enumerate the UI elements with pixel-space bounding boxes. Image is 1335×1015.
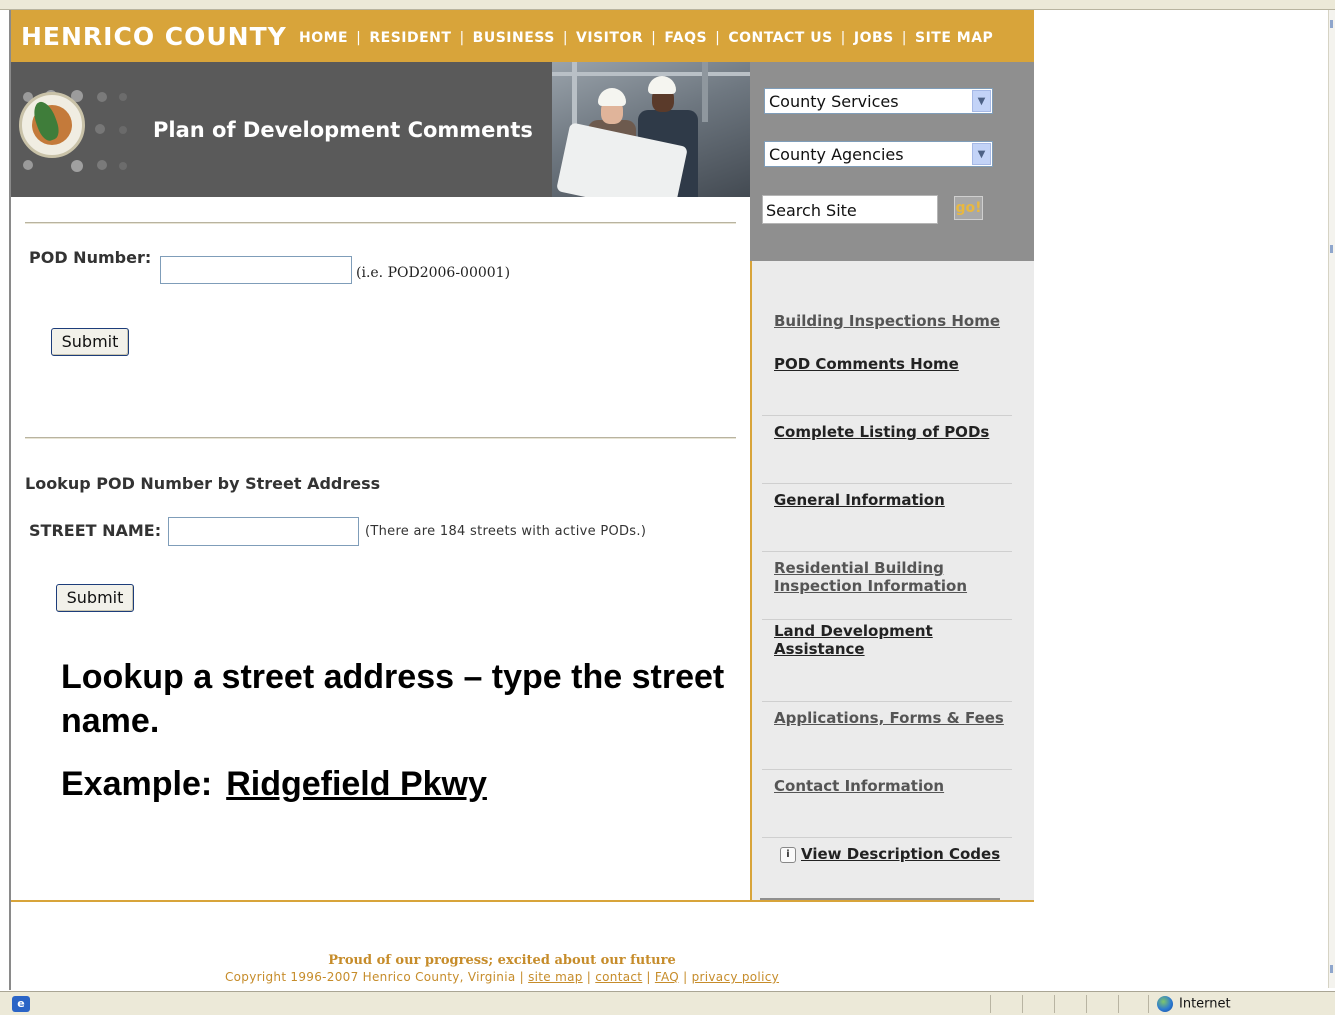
section-divider	[25, 437, 736, 439]
nav-divider	[762, 701, 1012, 702]
nav-divider	[762, 551, 1012, 552]
nav-site-map[interactable]: SITE MAP	[915, 30, 993, 46]
browser-top-strip	[0, 0, 1335, 10]
zone-label: Internet	[1179, 996, 1231, 1012]
pod-number-hint: (i.e. POD2006-00001)	[356, 265, 511, 281]
nav-faqs[interactable]: FAQS	[664, 30, 707, 46]
footer-link-faq[interactable]: FAQ	[655, 970, 679, 984]
decorative-dot	[97, 92, 107, 102]
nav-divider	[762, 415, 1012, 416]
footer-divider-grey	[760, 898, 1000, 900]
site-header: HENRICO COUNTY HOME | RESIDENT | BUSINES…	[11, 10, 1034, 62]
site-logo-text[interactable]: HENRICO COUNTY	[21, 22, 287, 51]
nav-divider	[762, 837, 1012, 838]
sidebar-item-residential-building[interactable]: Residential Building Inspection Informat…	[774, 559, 974, 595]
instruction-callout: Lookup a street address – type the stree…	[61, 658, 725, 740]
status-divider	[1086, 995, 1087, 1013]
nav-visitor[interactable]: VISITOR	[576, 30, 643, 46]
sidebar-nav: Building Inspections Home POD Comments H…	[750, 261, 1034, 900]
nav-jobs[interactable]: JOBS	[854, 30, 894, 46]
decorative-dot	[119, 126, 127, 134]
pod-number-label: POD Number:	[29, 248, 152, 267]
chevron-down-icon[interactable]: ▼	[972, 143, 991, 165]
decorative-dot	[71, 160, 83, 172]
nav-divider	[762, 483, 1012, 484]
footer-link-site-map[interactable]: site map	[528, 970, 583, 984]
security-zone: Internet	[1157, 996, 1231, 1012]
nav-business[interactable]: BUSINESS	[473, 30, 555, 46]
nav-home[interactable]: HOME	[299, 30, 348, 46]
search-go-button[interactable]: go!	[954, 196, 983, 220]
county-agencies-select[interactable]: County Agencies ▼	[764, 141, 993, 167]
view-description-codes-label: View Description Codes	[801, 845, 1001, 863]
sidebar-item-land-development[interactable]: Land Development Assistance	[774, 622, 954, 658]
sidebar-item-view-description-codes[interactable]: i View Description Codes	[780, 845, 1020, 863]
street-submit-button[interactable]: Submit	[56, 584, 134, 612]
scrollbar-mark	[1330, 965, 1333, 973]
footer-link-privacy-policy[interactable]: privacy policy	[692, 970, 779, 984]
footer-tagline: Proud of our progress; excited about our…	[328, 953, 676, 968]
top-navigation: HOME | RESIDENT | BUSINESS | VISITOR | F…	[299, 30, 993, 46]
browser-status-bar: e Internet	[0, 991, 1335, 1015]
scrollbar-mark	[1330, 245, 1333, 253]
section-divider	[25, 222, 736, 224]
globe-icon	[1157, 996, 1173, 1012]
nav-separator: |	[459, 30, 465, 46]
nav-separator: |	[356, 30, 362, 46]
nav-separator: |	[562, 30, 569, 46]
nav-separator: |	[715, 30, 721, 46]
footer-link-contact[interactable]: contact	[595, 970, 642, 984]
sidebar-item-building-inspections-home[interactable]: Building Inspections Home	[774, 312, 1014, 330]
page-icon: e	[12, 996, 30, 1012]
copyright-text: Copyright 1996-2007 Henrico County, Virg…	[224, 970, 516, 984]
example-street: Ridgefield Pkwy	[226, 765, 487, 803]
sidebar-item-contact-information[interactable]: Contact Information	[774, 777, 1014, 795]
nav-resident[interactable]: RESIDENT	[369, 30, 451, 46]
nav-separator: |	[840, 30, 846, 46]
pod-number-input[interactable]	[160, 256, 352, 284]
construction-workers-photo	[552, 62, 750, 197]
page-banner: Plan of Development Comments	[11, 62, 750, 197]
site-search-input[interactable]: Search Site	[762, 195, 938, 224]
chevron-down-icon[interactable]: ▼	[972, 90, 991, 112]
sidebar-item-general-information[interactable]: General Information	[774, 491, 1014, 509]
vertical-scrollbar[interactable]	[1328, 10, 1335, 988]
street-name-label: STREET NAME:	[29, 521, 162, 540]
info-icon: i	[780, 846, 796, 863]
status-divider	[990, 995, 991, 1013]
street-name-input[interactable]	[168, 517, 359, 546]
nav-divider	[762, 769, 1012, 770]
sidebar-tools: County Services ▼ County Agencies ▼ Sear…	[750, 62, 1034, 261]
decorative-dot	[95, 124, 105, 134]
status-divider	[1148, 995, 1149, 1013]
street-count-hint: (There are 184 streets with active PODs.…	[365, 524, 647, 539]
county-services-select[interactable]: County Services ▼	[764, 88, 993, 114]
nav-divider	[762, 619, 1012, 620]
status-divider	[1054, 995, 1055, 1013]
decorative-dot	[119, 93, 127, 101]
county-agencies-value: County Agencies	[769, 145, 904, 164]
sidebar-item-complete-listing[interactable]: Complete Listing of PODs	[774, 423, 1014, 441]
nav-separator: |	[901, 30, 907, 46]
footer-copyright: Copyright 1996-2007 Henrico County, Virg…	[224, 970, 780, 984]
footer-divider	[11, 900, 1034, 902]
scrollbar-mark	[1330, 20, 1333, 28]
street-lookup-heading: Lookup POD Number by Street Address	[25, 474, 381, 493]
county-services-value: County Services	[769, 92, 899, 111]
status-divider	[1022, 995, 1023, 1013]
county-seal-icon	[19, 92, 85, 158]
decorative-dot	[97, 160, 107, 170]
example-label: Example:	[61, 765, 213, 803]
sidebar-item-pod-comments-home[interactable]: POD Comments Home	[774, 355, 1014, 373]
nav-contact-us[interactable]: CONTACT US	[728, 30, 832, 46]
nav-separator: |	[651, 30, 657, 46]
pod-submit-button[interactable]: Submit	[51, 328, 129, 356]
sidebar-item-applications-forms-fees[interactable]: Applications, Forms & Fees	[774, 709, 1014, 727]
page-title: Plan of Development Comments	[153, 118, 533, 142]
decorative-dot	[119, 162, 127, 170]
status-divider	[1118, 995, 1119, 1013]
example-line: Example: Ridgefield Pkwy	[61, 765, 487, 804]
decorative-dot	[23, 160, 33, 170]
